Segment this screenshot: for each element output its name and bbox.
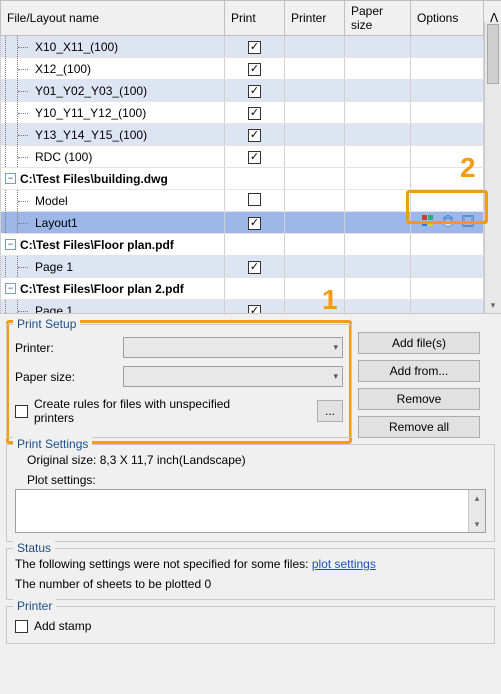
remove-button[interactable]: Remove xyxy=(358,388,480,410)
row-label: X10_X11_(100) xyxy=(35,40,118,54)
col-header-options[interactable]: Options xyxy=(411,1,484,36)
chevron-down-icon: ▾ xyxy=(333,342,338,353)
annotation-1: 1 xyxy=(322,284,338,316)
original-size-text: Original size: 8,3 X 11,7 inch(Landscape… xyxy=(27,453,486,467)
expander-icon[interactable]: − xyxy=(5,283,16,294)
print-checkbox[interactable] xyxy=(248,193,261,206)
table-row[interactable]: Page 1 xyxy=(1,300,501,315)
table-row-group[interactable]: −C:\Test Files\Floor plan 2.pdf xyxy=(1,278,501,300)
col-header-name[interactable]: File/Layout name xyxy=(1,1,225,36)
paper-size-label: Paper size: xyxy=(15,370,115,384)
print-checkbox[interactable] xyxy=(248,151,261,164)
plot-settings-scrollbar[interactable]: ▴ ▾ xyxy=(468,490,485,532)
status-line2: The number of sheets to be plotted 0 xyxy=(15,577,486,591)
table-row[interactable]: X12_(100) xyxy=(1,58,501,80)
chevron-down-icon: ▾ xyxy=(333,371,338,382)
table-row[interactable]: X10_X11_(100) xyxy=(1,36,501,58)
create-rules-label: Create rules for files with unspecified … xyxy=(34,397,254,425)
print-checkbox[interactable] xyxy=(248,85,261,98)
print-checkbox[interactable] xyxy=(248,305,261,314)
print-setup-group: Print Setup Printer: ▾ Paper size: ▾ Cre… xyxy=(6,324,352,438)
plot-settings-list[interactable]: ▴ ▾ xyxy=(15,489,486,533)
scroll-down-icon[interactable]: ▾ xyxy=(469,516,485,532)
add-stamp-label: Add stamp xyxy=(34,619,91,633)
print-checkbox[interactable] xyxy=(248,261,261,274)
add-from-button[interactable]: Add from... xyxy=(358,360,480,382)
row-label: Layout1 xyxy=(35,216,78,230)
expander-icon[interactable]: − xyxy=(5,173,16,184)
remove-all-button[interactable]: Remove all xyxy=(358,416,480,438)
vertical-scrollbar[interactable]: ▾ xyxy=(484,22,501,313)
scroll-up-icon[interactable]: ▴ xyxy=(469,490,485,506)
table-row-group[interactable]: −C:\Test Files\Floor plan.pdf xyxy=(1,234,501,256)
add-files-button[interactable]: Add file(s) xyxy=(358,332,480,354)
row-label: Page 1 xyxy=(35,304,73,315)
expander-icon[interactable]: − xyxy=(5,239,16,250)
rules-ellipsis-button[interactable]: ... xyxy=(317,400,343,422)
row-label: Page 1 xyxy=(35,260,73,274)
film-icon[interactable] xyxy=(461,214,475,231)
scroll-down-arrow[interactable]: ▾ xyxy=(485,297,501,313)
col-header-print[interactable]: Print xyxy=(225,1,285,36)
status-line1: The following settings were not specifie… xyxy=(15,557,312,571)
color-props-icon[interactable] xyxy=(421,214,435,231)
row-label: RDC (100) xyxy=(35,150,92,164)
table-row[interactable]: Page 1 xyxy=(1,256,501,278)
col-header-paper[interactable]: Paper size xyxy=(345,1,411,36)
status-group: Status The following settings were not s… xyxy=(6,548,495,600)
table-row-group[interactable]: −C:\Test Files\building.dwg xyxy=(1,168,501,190)
row-label: Y01_Y02_Y03_(100) xyxy=(35,84,147,98)
create-rules-checkbox[interactable] xyxy=(15,405,28,418)
group-label: C:\Test Files\Floor plan.pdf xyxy=(20,238,174,252)
print-settings-group: Print Settings Original size: 8,3 X 11,7… xyxy=(6,444,495,542)
printer-label: Printer: xyxy=(15,341,115,355)
row-label: Model xyxy=(35,194,68,208)
print-setup-legend: Print Setup xyxy=(13,317,80,331)
table-row[interactable]: Y01_Y02_Y03_(100) xyxy=(1,80,501,102)
status-legend: Status xyxy=(13,541,55,555)
group-label: C:\Test Files\building.dwg xyxy=(20,172,168,186)
row-label: X12_(100) xyxy=(35,62,91,76)
annotation-2: 2 xyxy=(460,152,476,184)
table-row[interactable]: Layout1 xyxy=(1,212,501,234)
row-label: Y13_Y14_Y15_(100) xyxy=(35,128,147,142)
row-label: Y10_Y11_Y12_(100) xyxy=(35,106,146,120)
table-row[interactable]: RDC (100) xyxy=(1,146,501,168)
printer-combo[interactable]: ▾ xyxy=(123,337,343,358)
scroll-thumb[interactable] xyxy=(487,24,499,84)
printer-group: Printer Add stamp xyxy=(6,606,495,644)
plot-settings-link[interactable]: plot settings xyxy=(312,557,376,571)
col-header-printer[interactable]: Printer xyxy=(285,1,345,36)
add-stamp-checkbox[interactable] xyxy=(15,620,28,633)
print-checkbox[interactable] xyxy=(248,41,261,54)
table-row[interactable]: Model xyxy=(1,190,501,212)
print-checkbox[interactable] xyxy=(248,107,261,120)
table-header: File/Layout name Print Printer Paper siz… xyxy=(1,1,501,36)
print-checkbox[interactable] xyxy=(248,217,261,230)
print-settings-legend: Print Settings xyxy=(13,437,92,451)
group-label: C:\Test Files\Floor plan 2.pdf xyxy=(20,282,184,296)
paper-size-combo[interactable]: ▾ xyxy=(123,366,343,387)
table-row[interactable]: Y10_Y11_Y12_(100) xyxy=(1,102,501,124)
plot-settings-label: Plot settings: xyxy=(27,473,486,487)
table-row[interactable]: Y13_Y14_Y15_(100) xyxy=(1,124,501,146)
printer-legend: Printer xyxy=(13,599,56,613)
print-checkbox[interactable] xyxy=(248,129,261,142)
print-checkbox[interactable] xyxy=(248,63,261,76)
layers-icon[interactable] xyxy=(441,214,455,231)
